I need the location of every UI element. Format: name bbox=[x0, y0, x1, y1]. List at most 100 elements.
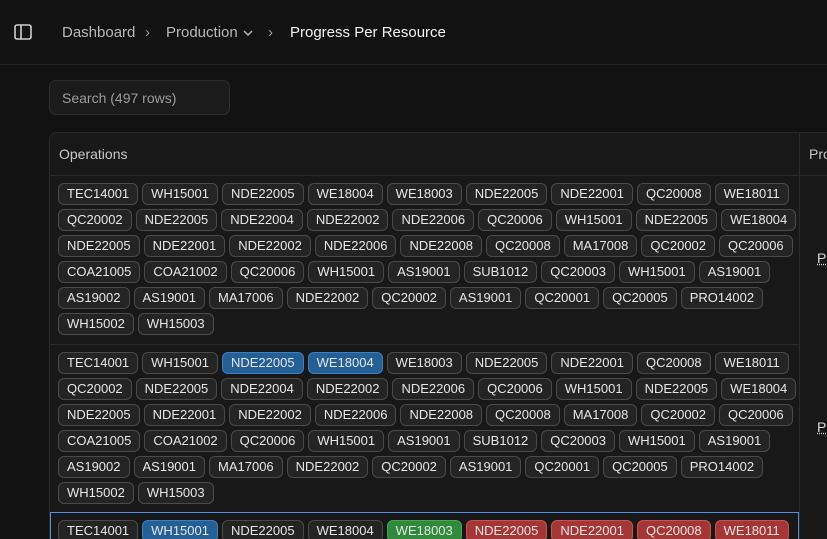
operation-chip[interactable]: QC20002 bbox=[372, 287, 446, 309]
operation-chip[interactable]: WH15001 bbox=[142, 520, 218, 539]
operation-chip[interactable]: WH15001 bbox=[555, 209, 632, 231]
operation-chip[interactable]: NDE22001 bbox=[143, 404, 226, 426]
operation-chip[interactable]: WH15001 bbox=[308, 430, 385, 452]
operation-chip[interactable]: NDE22005 bbox=[221, 520, 304, 539]
operation-chip[interactable]: AS19002 bbox=[58, 287, 130, 309]
operation-chip[interactable]: WE18004 bbox=[721, 209, 797, 231]
operation-chip[interactable]: AS19001 bbox=[388, 430, 460, 452]
operation-chip[interactable]: NDE22005 bbox=[635, 378, 718, 400]
operation-chip[interactable]: NDE22002 bbox=[229, 235, 311, 257]
operation-chip[interactable]: QC20006 bbox=[230, 430, 305, 452]
operation-chip[interactable]: QC20002 bbox=[641, 404, 716, 426]
operation-chip[interactable]: NDE22002 bbox=[306, 378, 389, 400]
operation-chip[interactable]: PRO14002 bbox=[680, 287, 764, 309]
operation-chip[interactable]: WH15001 bbox=[555, 378, 632, 400]
operation-chip[interactable]: NDE22005 bbox=[221, 183, 304, 205]
operation-chip[interactable]: WE18011 bbox=[714, 183, 789, 205]
operation-chip[interactable]: AS19001 bbox=[698, 261, 771, 283]
operation-chip[interactable]: NDE22002 bbox=[286, 456, 369, 478]
operation-chip[interactable]: WH15001 bbox=[618, 430, 695, 452]
operation-chip[interactable]: QC20003 bbox=[541, 261, 615, 283]
operation-chip[interactable]: COA21005 bbox=[58, 261, 141, 283]
chevron-down-icon[interactable] bbox=[243, 30, 253, 37]
operation-chip[interactable]: NDE22001 bbox=[143, 235, 226, 257]
operation-chip[interactable]: SUB1012 bbox=[463, 261, 538, 283]
operation-chip[interactable]: NDE22008 bbox=[400, 404, 483, 426]
operation-chip[interactable]: WE18003 bbox=[386, 183, 462, 205]
operation-chip[interactable]: QC20008 bbox=[636, 520, 711, 539]
operation-chip[interactable]: WE18004 bbox=[721, 378, 797, 400]
operation-chip[interactable]: PRO14002 bbox=[680, 456, 764, 478]
operation-chip[interactable]: NDE22005 bbox=[221, 352, 304, 374]
operation-chip[interactable]: WE18003 bbox=[386, 352, 462, 374]
operation-chip[interactable]: NDE22001 bbox=[551, 520, 633, 539]
operation-chip[interactable]: MA17008 bbox=[563, 404, 638, 426]
operation-chip[interactable]: QC20006 bbox=[719, 235, 793, 257]
operation-chip[interactable]: WH15002 bbox=[58, 313, 134, 335]
operation-chip[interactable]: NDE22002 bbox=[306, 209, 389, 231]
operation-chip[interactable]: QC20008 bbox=[486, 404, 560, 426]
operation-chip[interactable]: SUB1012 bbox=[463, 430, 538, 452]
operation-chip[interactable]: NDE22002 bbox=[286, 287, 369, 309]
table-row[interactable]: TEC14001 WH15001 NDE22005 WE18004 WE18003 NDE… bbox=[50, 512, 799, 539]
operation-chip[interactable]: WE18003 bbox=[386, 520, 462, 539]
operation-chip[interactable]: WE18011 bbox=[714, 520, 789, 539]
operation-chip[interactable]: QC20008 bbox=[486, 235, 560, 257]
operation-chip[interactable]: NDE22006 bbox=[392, 378, 475, 400]
operation-chip[interactable]: QC20005 bbox=[603, 287, 677, 309]
column-header-progress[interactable]: Pro bbox=[809, 146, 827, 162]
operation-chip[interactable]: QC20006 bbox=[230, 261, 305, 283]
operation-chip[interactable]: NDE22005 bbox=[135, 378, 218, 400]
operation-chip[interactable]: MA17008 bbox=[563, 235, 638, 257]
operation-chip[interactable]: AS19001 bbox=[449, 287, 522, 309]
operation-chip[interactable]: NDE22008 bbox=[400, 235, 483, 257]
operation-chip[interactable]: NDE22006 bbox=[314, 404, 397, 426]
operation-chip[interactable]: WH15001 bbox=[142, 183, 218, 205]
operation-chip[interactable]: QC20006 bbox=[478, 378, 552, 400]
operation-chip[interactable]: COA21002 bbox=[144, 261, 227, 283]
operation-chip[interactable]: AS19001 bbox=[133, 287, 205, 309]
operation-chip[interactable]: QC20006 bbox=[719, 404, 793, 426]
operation-chip[interactable]: QC20002 bbox=[58, 378, 132, 400]
operation-chip[interactable]: WH15001 bbox=[308, 261, 385, 283]
operation-chip[interactable]: NDE22004 bbox=[221, 209, 303, 231]
operation-chip[interactable]: AS19001 bbox=[388, 261, 460, 283]
operation-chip[interactable]: WH15003 bbox=[137, 482, 214, 504]
operation-chip[interactable]: AS19001 bbox=[133, 456, 205, 478]
progress-link[interactable]: P bbox=[817, 250, 826, 266]
operation-chip[interactable]: QC20001 bbox=[525, 287, 600, 309]
operation-chip[interactable]: NDE22005 bbox=[465, 352, 548, 374]
operation-chip[interactable]: NDE22005 bbox=[58, 235, 140, 257]
operation-chip[interactable]: WE18004 bbox=[307, 520, 383, 539]
table-row[interactable]: TEC14001 WH15001 NDE22005 WE18004 WE18003 NDE… bbox=[50, 344, 799, 513]
operation-chip[interactable]: QC20008 bbox=[636, 352, 711, 374]
operation-chip[interactable]: TEC14001 bbox=[58, 352, 139, 374]
operation-chip[interactable]: NDE22005 bbox=[58, 404, 140, 426]
operation-chip[interactable]: NDE22005 bbox=[635, 209, 718, 231]
operation-chip[interactable]: AS19001 bbox=[449, 456, 522, 478]
operation-chip[interactable]: NDE22005 bbox=[465, 520, 548, 539]
sidebar-toggle-icon[interactable] bbox=[14, 24, 32, 40]
column-header-operations[interactable]: Operations bbox=[59, 146, 127, 162]
operation-chip[interactable]: WH15001 bbox=[142, 352, 218, 374]
operation-chip[interactable]: TEC14001 bbox=[58, 183, 139, 205]
operation-chip[interactable]: QC20001 bbox=[525, 456, 600, 478]
search-input[interactable] bbox=[49, 80, 230, 115]
operation-chip[interactable]: TEC14001 bbox=[58, 520, 139, 539]
operation-chip[interactable]: NDE22002 bbox=[229, 404, 311, 426]
operation-chip[interactable]: COA21005 bbox=[58, 430, 141, 452]
operation-chip[interactable]: NDE22006 bbox=[392, 209, 475, 231]
operation-chip[interactable]: WH15003 bbox=[137, 313, 214, 335]
operation-chip[interactable]: QC20002 bbox=[58, 209, 132, 231]
operation-chip[interactable]: QC20002 bbox=[372, 456, 446, 478]
operation-chip[interactable]: WE18004 bbox=[307, 183, 383, 205]
operation-chip[interactable]: WE18004 bbox=[307, 352, 383, 374]
operation-chip[interactable]: WH15002 bbox=[58, 482, 134, 504]
operation-chip[interactable]: COA21002 bbox=[144, 430, 227, 452]
operation-chip[interactable]: QC20005 bbox=[603, 456, 677, 478]
operation-chip[interactable]: AS19001 bbox=[698, 430, 771, 452]
progress-link[interactable]: P bbox=[817, 419, 826, 435]
operation-chip[interactable]: NDE22004 bbox=[221, 378, 303, 400]
operation-chip[interactable]: NDE22006 bbox=[314, 235, 397, 257]
operation-chip[interactable]: QC20003 bbox=[541, 430, 615, 452]
